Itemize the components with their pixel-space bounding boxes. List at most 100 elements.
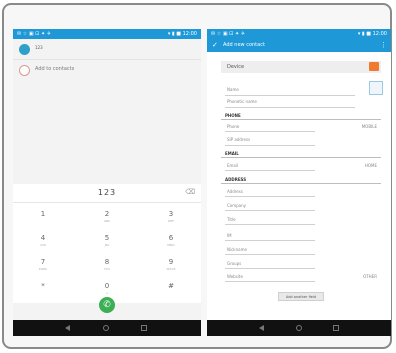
divider — [225, 240, 315, 241]
key-letters: + — [105, 291, 109, 295]
dialer-screen: ✉ ☆ ▣ ⊡ ✦ ✈ ▾ ▮ ■ 12:00 123 Add to conta… — [13, 29, 201, 336]
company-field[interactable]: Company — [227, 203, 246, 208]
account-selector[interactable]: Device — [221, 61, 381, 73]
status-icons-right: ▾ ▮ ■ 12:00 — [167, 31, 197, 37]
backspace-icon[interactable]: ⌫ — [185, 188, 195, 196]
key-digit: 3 — [168, 210, 174, 218]
divider — [225, 95, 355, 96]
avatar — [19, 44, 30, 55]
key-5[interactable]: 5 JKL — [87, 233, 127, 257]
section-phone: PHONE — [225, 113, 241, 118]
suggestion-label: Add to contacts — [35, 66, 75, 72]
status-icons-left: ✉ ☆ ▣ ⊡ ✦ ✈ — [211, 31, 245, 37]
section-email: EMAIL — [225, 151, 239, 156]
key-digit: 6 — [168, 234, 174, 242]
key-digit: 8 — [104, 258, 110, 266]
navigation-bar — [13, 320, 201, 336]
key-4[interactable]: 4 GHI — [23, 233, 63, 257]
section-divider — [221, 157, 381, 158]
key-letters: TUV — [103, 267, 111, 271]
status-bar: ✉ ☆ ▣ ⊡ ✦ ✈ ▾ ▮ ■ 12:00 — [207, 29, 391, 39]
back-icon[interactable] — [65, 325, 70, 331]
app-bar: ✓ Add new contact ⋮ — [207, 39, 391, 52]
email-type-dropdown[interactable]: HOME — [365, 163, 377, 168]
phonetic-name-field[interactable]: Phonetic name — [227, 99, 257, 104]
address-field[interactable]: Address — [227, 189, 243, 194]
divider — [225, 145, 315, 146]
sip-address-field[interactable]: SIP address — [227, 137, 250, 142]
check-icon[interactable]: ✓ — [212, 41, 218, 49]
key-digit: 1 — [40, 210, 46, 218]
section-address: ADDRESS — [225, 177, 247, 182]
phone-icon: ✆ — [103, 300, 111, 310]
recents-icon[interactable] — [333, 325, 339, 331]
key-digit: # — [168, 282, 174, 290]
im-field[interactable]: IM — [227, 233, 232, 238]
account-icon — [369, 62, 379, 71]
key-letters: DEF — [168, 219, 174, 223]
key-digit: * — [41, 282, 45, 290]
key-6[interactable]: 6 MNO — [151, 233, 191, 257]
key-star[interactable]: * — [23, 281, 63, 305]
key-2[interactable]: 2 ABC — [87, 209, 127, 233]
section-divider — [221, 119, 381, 120]
key-digit: 5 — [104, 234, 110, 242]
key-8[interactable]: 8 TUV — [87, 257, 127, 281]
overflow-menu-icon[interactable]: ⋮ — [380, 41, 387, 49]
divider — [225, 170, 315, 171]
key-letters: JKL — [104, 243, 110, 247]
divider — [225, 224, 315, 225]
groups-field[interactable]: Groups — [227, 261, 241, 266]
status-icons-left: ✉ ☆ ▣ ⊡ ✦ ✈ — [17, 31, 51, 37]
suggestion-add-contact[interactable]: Add to contacts — [13, 60, 201, 80]
contact-photo-icon[interactable] — [369, 81, 383, 95]
divider — [225, 268, 315, 269]
back-icon[interactable] — [259, 325, 264, 331]
name-field[interactable]: Name — [227, 87, 239, 92]
key-7[interactable]: 7 PQRS — [23, 257, 63, 281]
section-divider — [221, 183, 381, 184]
title-field[interactable]: Title — [227, 217, 236, 222]
dialed-number: 123 — [97, 188, 117, 197]
key-letters: PQRS — [38, 267, 48, 271]
add-contact-icon — [19, 65, 30, 76]
page-title: Add new contact — [223, 42, 265, 48]
status-bar: ✉ ☆ ▣ ⊡ ✦ ✈ ▾ ▮ ■ 12:00 — [13, 29, 201, 39]
key-letters: WXYZ — [166, 267, 176, 271]
divider — [225, 107, 355, 108]
website-field[interactable]: Website — [227, 274, 243, 279]
home-icon[interactable] — [296, 325, 302, 331]
status-icons-right: ▾ ▮ ■ 12:00 — [357, 31, 387, 37]
key-digit: 0 — [104, 282, 110, 290]
add-field-button[interactable]: Add another field — [278, 292, 324, 301]
add-contact-screen: ✉ ☆ ▣ ⊡ ✦ ✈ ▾ ▮ ■ 12:00 ✓ Add new contac… — [207, 29, 391, 336]
key-digit: 4 — [40, 234, 46, 242]
nickname-field[interactable]: Nickname — [227, 247, 247, 252]
navigation-bar — [207, 320, 391, 336]
key-pound[interactable]: # — [151, 281, 191, 305]
email-field[interactable]: Email — [227, 163, 238, 168]
key-digit: 2 — [104, 210, 110, 218]
key-digit: 7 — [40, 258, 46, 266]
divider — [225, 254, 315, 255]
phone-field[interactable]: Phone — [227, 124, 239, 129]
home-icon[interactable] — [103, 325, 109, 331]
divider — [225, 131, 315, 132]
key-1[interactable]: 1 — [23, 209, 63, 233]
suggestion-contact[interactable]: 123 — [13, 39, 201, 59]
divider — [225, 281, 315, 282]
website-type-dropdown[interactable]: OTHER — [363, 274, 377, 279]
key-3[interactable]: 3 DEF — [151, 209, 191, 233]
phone-type-dropdown[interactable]: MOBILE — [362, 124, 377, 129]
recents-icon[interactable] — [141, 325, 147, 331]
key-letters: ABC — [103, 219, 111, 223]
key-letters: MNO — [167, 243, 175, 247]
screenshot-frame: ✉ ☆ ▣ ⊡ ✦ ✈ ▾ ▮ ■ 12:00 123 Add to conta… — [2, 3, 392, 349]
suggestion-label: 123 — [35, 45, 43, 50]
divider — [225, 210, 315, 211]
key-9[interactable]: 9 WXYZ — [151, 257, 191, 281]
call-button[interactable]: ✆ — [99, 297, 115, 313]
dialpad: 1 2 ABC 3 DEF 4 GHI 5 JKL 6 MNO 7 PQRS 8 TUV 9W… — [13, 203, 201, 303]
dialed-number-field[interactable]: 123 ⌫ — [13, 184, 201, 203]
account-label: Device — [227, 64, 245, 70]
